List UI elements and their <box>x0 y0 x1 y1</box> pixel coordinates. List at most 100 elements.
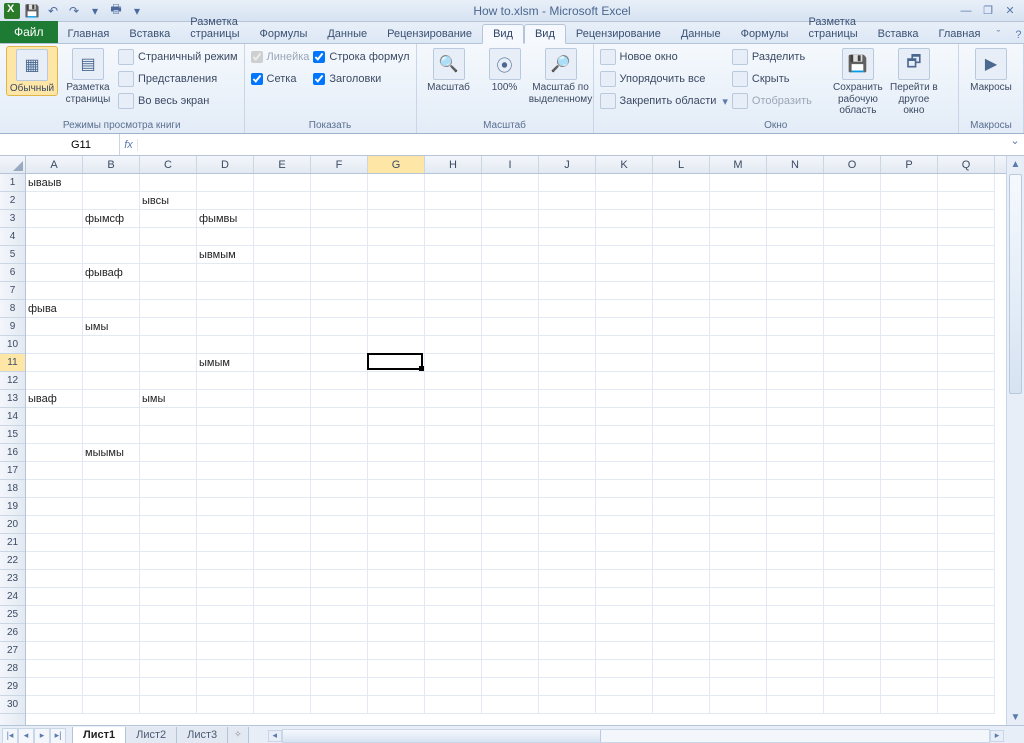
gridlines-checkbox[interactable]: Сетка <box>251 68 310 90</box>
cell-L6[interactable] <box>653 264 710 282</box>
row-header-19[interactable]: 19 <box>0 498 25 516</box>
cell-I11[interactable] <box>482 354 539 372</box>
cell-F24[interactable] <box>311 588 368 606</box>
cell-I22[interactable] <box>482 552 539 570</box>
cell-Q18[interactable] <box>938 480 995 498</box>
cell-D23[interactable] <box>197 570 254 588</box>
cell-C11[interactable] <box>140 354 197 372</box>
cell-G5[interactable] <box>368 246 425 264</box>
cell-Q6[interactable] <box>938 264 995 282</box>
fx-button[interactable]: fx <box>120 139 138 151</box>
cell-H8[interactable] <box>425 300 482 318</box>
vscroll-thumb[interactable] <box>1009 174 1022 394</box>
cell-C8[interactable] <box>140 300 197 318</box>
cell-H11[interactable] <box>425 354 482 372</box>
row-header-25[interactable]: 25 <box>0 606 25 624</box>
cell-G1[interactable] <box>368 174 425 192</box>
cell-J23[interactable] <box>539 570 596 588</box>
cell-O12[interactable] <box>824 372 881 390</box>
cell-Q10[interactable] <box>938 336 995 354</box>
col-header-D[interactable]: D <box>197 156 254 173</box>
cell-D6[interactable] <box>197 264 254 282</box>
cell-E29[interactable] <box>254 678 311 696</box>
cell-E15[interactable] <box>254 426 311 444</box>
cell-O19[interactable] <box>824 498 881 516</box>
col-header-E[interactable]: E <box>254 156 311 173</box>
tab-Данные[interactable]: Данные <box>671 25 731 43</box>
cell-C25[interactable] <box>140 606 197 624</box>
row-header-3[interactable]: 3 <box>0 210 25 228</box>
cell-A1[interactable]: ываыв <box>26 174 83 192</box>
cell-M29[interactable] <box>710 678 767 696</box>
col-header-P[interactable]: P <box>881 156 938 173</box>
cell-M11[interactable] <box>710 354 767 372</box>
cell-C16[interactable] <box>140 444 197 462</box>
cell-J10[interactable] <box>539 336 596 354</box>
cell-O7[interactable] <box>824 282 881 300</box>
cell-D27[interactable] <box>197 642 254 660</box>
cell-H13[interactable] <box>425 390 482 408</box>
cell-D21[interactable] <box>197 534 254 552</box>
cell-N20[interactable] <box>767 516 824 534</box>
cell-A3[interactable] <box>26 210 83 228</box>
cell-L21[interactable] <box>653 534 710 552</box>
cell-Q28[interactable] <box>938 660 995 678</box>
cell-J21[interactable] <box>539 534 596 552</box>
row-header-29[interactable]: 29 <box>0 678 25 696</box>
row-header-27[interactable]: 27 <box>0 642 25 660</box>
cell-D29[interactable] <box>197 678 254 696</box>
cell-F21[interactable] <box>311 534 368 552</box>
cell-N28[interactable] <box>767 660 824 678</box>
cell-G17[interactable] <box>368 462 425 480</box>
cell-C28[interactable] <box>140 660 197 678</box>
cell-D9[interactable] <box>197 318 254 336</box>
cell-C22[interactable] <box>140 552 197 570</box>
zoom-button[interactable]: 🔍Масштаб <box>423 46 475 94</box>
row-header-21[interactable]: 21 <box>0 534 25 552</box>
cell-A25[interactable] <box>26 606 83 624</box>
cell-I23[interactable] <box>482 570 539 588</box>
cell-B25[interactable] <box>83 606 140 624</box>
cell-A19[interactable] <box>26 498 83 516</box>
cell-H14[interactable] <box>425 408 482 426</box>
tab-Данные[interactable]: Данные <box>317 25 377 43</box>
cell-C12[interactable] <box>140 372 197 390</box>
col-header-C[interactable]: C <box>140 156 197 173</box>
row-header-8[interactable]: 8 <box>0 300 25 318</box>
cell-Q7[interactable] <box>938 282 995 300</box>
cell-N9[interactable] <box>767 318 824 336</box>
cell-O3[interactable] <box>824 210 881 228</box>
cell-P1[interactable] <box>881 174 938 192</box>
cell-J12[interactable] <box>539 372 596 390</box>
cell-L8[interactable] <box>653 300 710 318</box>
cell-O8[interactable] <box>824 300 881 318</box>
row-header-18[interactable]: 18 <box>0 480 25 498</box>
cell-J1[interactable] <box>539 174 596 192</box>
cell-Q29[interactable] <box>938 678 995 696</box>
col-header-M[interactable]: M <box>710 156 767 173</box>
cell-I8[interactable] <box>482 300 539 318</box>
cell-H24[interactable] <box>425 588 482 606</box>
cell-D8[interactable] <box>197 300 254 318</box>
cell-B16[interactable]: мыымы <box>83 444 140 462</box>
minimize-button[interactable]: — <box>958 4 974 18</box>
cell-Q17[interactable] <box>938 462 995 480</box>
cell-G26[interactable] <box>368 624 425 642</box>
cell-E2[interactable] <box>254 192 311 210</box>
cell-A10[interactable] <box>26 336 83 354</box>
cell-B22[interactable] <box>83 552 140 570</box>
cell-L14[interactable] <box>653 408 710 426</box>
cell-E3[interactable] <box>254 210 311 228</box>
col-header-L[interactable]: L <box>653 156 710 173</box>
col-header-O[interactable]: O <box>824 156 881 173</box>
cell-M23[interactable] <box>710 570 767 588</box>
cell-I5[interactable] <box>482 246 539 264</box>
save-workspace-button[interactable]: 💾Сохранить рабочую область <box>832 46 884 117</box>
cell-O18[interactable] <box>824 480 881 498</box>
cell-B11[interactable] <box>83 354 140 372</box>
cell-N18[interactable] <box>767 480 824 498</box>
cell-M22[interactable] <box>710 552 767 570</box>
cell-D5[interactable]: ывмым <box>197 246 254 264</box>
cell-I18[interactable] <box>482 480 539 498</box>
cell-H19[interactable] <box>425 498 482 516</box>
